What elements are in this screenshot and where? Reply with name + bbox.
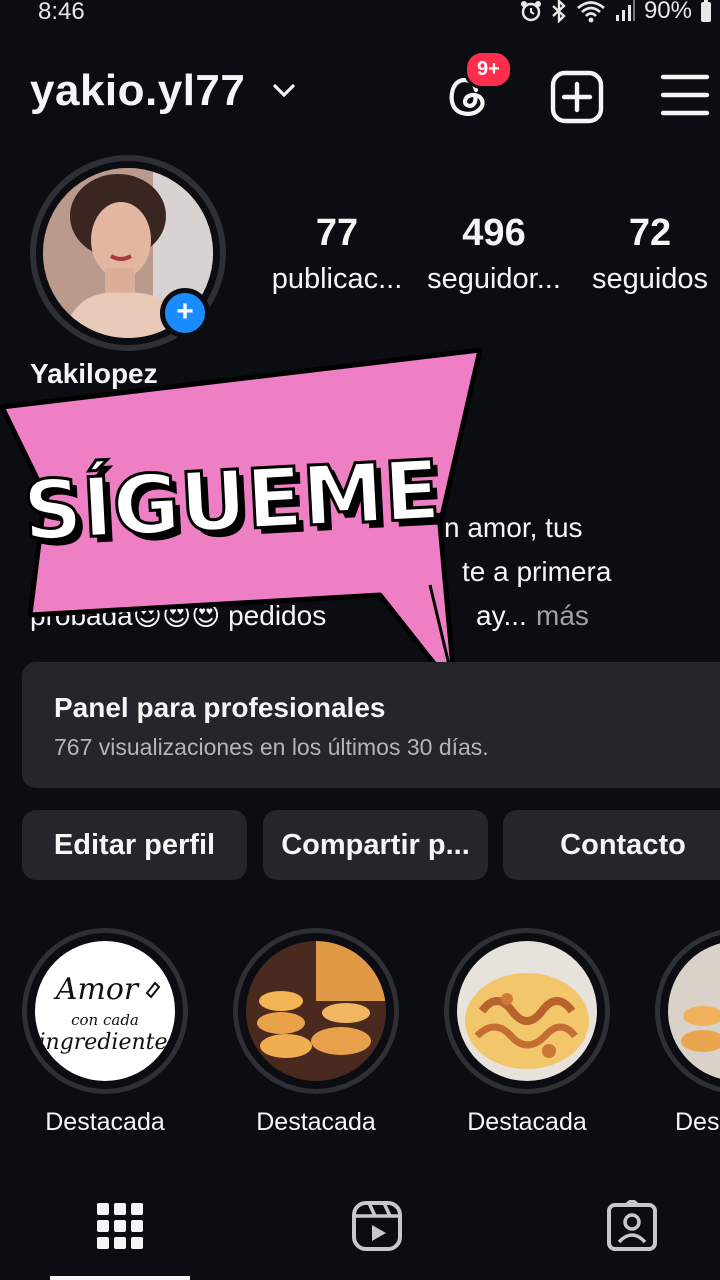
pro-panel-subtitle: 767 visualizaciones en los últimos 30 dí…: [54, 734, 489, 760]
highlight-cover-photo: [668, 941, 720, 1081]
highlight-item[interactable]: Destacada: [233, 928, 399, 1137]
signal-icon: [615, 0, 635, 21]
pro-panel-title: Panel para profesionales: [54, 692, 386, 723]
stat-followers-label: seguidor...: [427, 263, 561, 295]
highlight-label: Destacada: [256, 1108, 376, 1136]
highlight-cover: [246, 941, 386, 1081]
highlight-ring: [444, 928, 610, 1094]
highlight-cover-photo: [457, 941, 597, 1081]
stat-posts-value: 77: [315, 212, 359, 254]
status-icons: 90%: [520, 0, 712, 25]
highlight-ring: [233, 928, 399, 1094]
profile-tab-bar: [0, 1180, 720, 1280]
wifi-icon: [577, 1, 605, 23]
alarm-icon: [520, 1, 541, 22]
highlight-item[interactable]: Des: [655, 928, 720, 1137]
add-story-button[interactable]: +: [160, 288, 210, 338]
highlight-label: Destacada: [45, 1108, 165, 1136]
stat-following-label: seguidos: [591, 263, 709, 295]
highlight-label: Des: [675, 1108, 720, 1136]
stat-followers-value: 496: [462, 212, 526, 254]
professional-dashboard[interactable]: Panel para profesionales 767 visualizaci…: [22, 662, 720, 788]
highlight-item[interactable]: Amor con cada ingrediente Destacada: [22, 928, 188, 1137]
profile-header: yakio.yl77 9+: [0, 50, 720, 130]
tagged-icon[interactable]: [606, 1200, 658, 1252]
stat-following[interactable]: 72 seguidos: [582, 212, 718, 296]
account-username[interactable]: yakio.yl77: [30, 66, 245, 116]
contact-button[interactable]: Contacto: [503, 810, 720, 880]
add-post-icon[interactable]: [550, 70, 604, 124]
share-profile-button[interactable]: Compartir p...: [263, 810, 488, 880]
battery-level: 90%: [643, 0, 692, 24]
highlight-art-text-3: ingrediente: [39, 1030, 168, 1055]
highlight-art-text-1: Amor: [53, 972, 140, 1007]
battery-icon: [701, 0, 711, 22]
stat-posts-label: publicac...: [271, 263, 403, 295]
edit-profile-button[interactable]: Editar perfil: [22, 810, 247, 880]
bio-more-link[interactable]: más: [536, 594, 589, 638]
status-time: 8:46: [38, 0, 85, 25]
bluetooth-icon: [552, 0, 566, 23]
sigueme-sticker: SÍGUEME SÍGUEME: [0, 347, 483, 693]
highlight-ring: [655, 928, 720, 1094]
active-tab-indicator: [50, 1276, 190, 1280]
grid-icon[interactable]: [96, 1202, 144, 1250]
highlight-ring: Amor con cada ingrediente: [22, 928, 188, 1094]
hamburger-menu-icon[interactable]: [660, 72, 710, 118]
highlight-item[interactable]: Destacada: [444, 928, 610, 1137]
reels-icon[interactable]: [351, 1200, 403, 1252]
highlight-cover: [668, 941, 720, 1081]
highlight-label: Destacada: [467, 1108, 587, 1136]
chevron-down-icon[interactable]: [272, 80, 296, 100]
highlight-cover: [457, 941, 597, 1081]
highlight-cover: Amor con cada ingrediente: [35, 941, 175, 1081]
highlight-art-text-2: con cada: [71, 1011, 139, 1029]
stat-following-value: 72: [628, 212, 672, 254]
notification-badge: 9+: [464, 50, 513, 89]
highlight-cover-art: Amor con cada ingrediente: [39, 972, 168, 1055]
status-bar: 8:46 90%: [0, 0, 720, 26]
stat-posts[interactable]: 77 publicac...: [262, 212, 412, 296]
stat-followers[interactable]: 496 seguidor...: [420, 212, 568, 296]
highlight-cover-photo: [246, 941, 386, 1081]
